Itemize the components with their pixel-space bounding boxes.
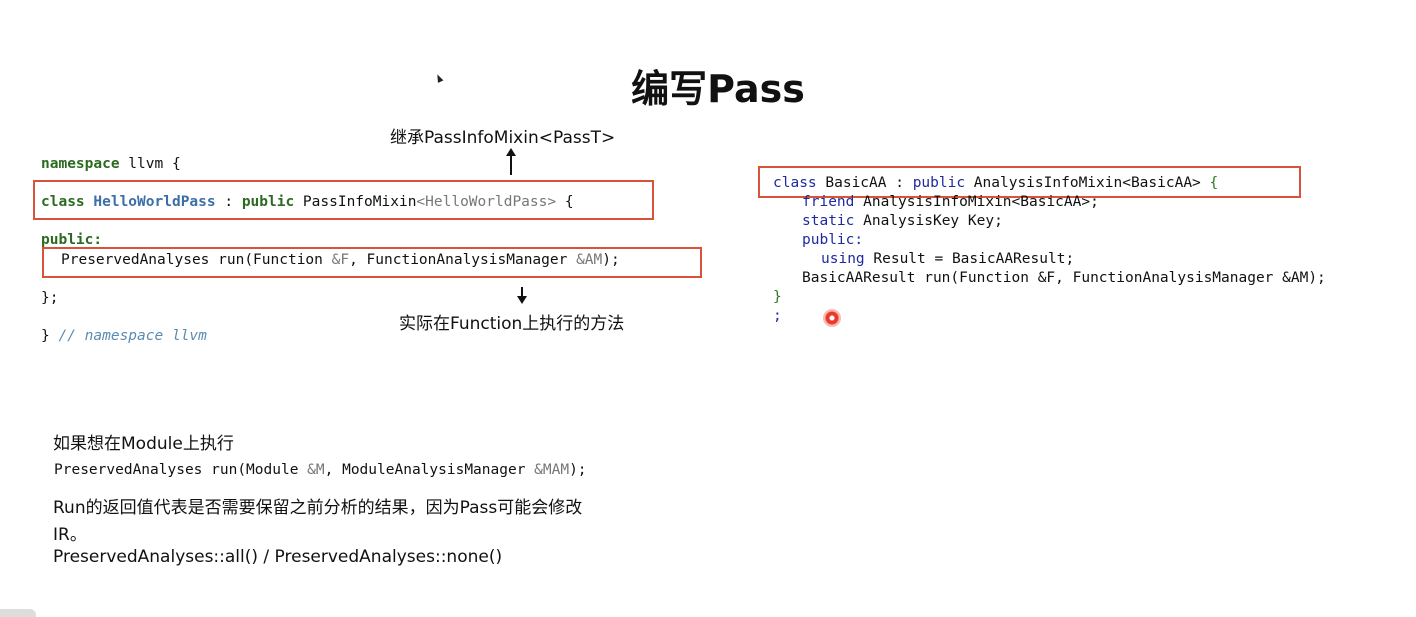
basicaa-name: BasicAA : (816, 175, 913, 191)
basicaa-base: AnalysisInfoMixin<BasicAA> (965, 175, 1210, 191)
friend-rest: AnalysisInfoMixin<BasicAA>; (854, 194, 1099, 210)
basicaa-brace: { (1209, 175, 1219, 191)
right-line-using: using Result = BasicAAResult; (821, 251, 1074, 267)
module-sig-a: PreservedAnalyses run(Module (54, 462, 308, 478)
right-line-run: BasicAAResult run(Function &F, FunctionA… (802, 270, 1326, 286)
class-template: <HelloWorldPass> (416, 194, 557, 210)
code-line-namespace: namespace llvm { (41, 156, 181, 172)
record-indicator-icon (823, 309, 841, 327)
ns-close-brace: } (41, 328, 50, 344)
run-mid: , FunctionAnalysisManager (349, 252, 577, 268)
class-brace: { (556, 194, 574, 210)
code-line-class: class HelloWorldPass : public PassInfoMi… (41, 194, 574, 210)
keyword-static: static (802, 213, 855, 229)
code-line-close-class: }; (41, 290, 59, 306)
run-param-f: &F (331, 252, 350, 268)
keyword-public: public (241, 194, 295, 210)
class-colon: : (215, 194, 242, 210)
desc-line-2: IR。 (53, 525, 87, 545)
page-title: 编写Pass (631, 67, 805, 111)
class-base: PassInfoMixin (294, 194, 417, 210)
right-line-static: static AnalysisKey Key; (802, 213, 1003, 229)
right-line-class: class BasicAA : public AnalysisInfoMixin… (773, 175, 1218, 191)
keyword-using: using (821, 251, 865, 267)
ns-comment: // namespace llvm (58, 328, 207, 344)
module-sig-mam: &MAM (534, 462, 570, 478)
run-return: PreservedAnalyses run(Function (61, 252, 332, 268)
code-line-public: public: (41, 232, 103, 248)
keyword-public: public (912, 175, 966, 191)
desc-line-3: PreservedAnalyses::all() / PreservedAnal… (53, 547, 503, 567)
using-rest: Result = BasicAAResult; (864, 251, 1075, 267)
keyword-friend: friend (802, 194, 855, 210)
corner-handle (0, 609, 36, 617)
run-annotation: 实际在Function上执行的方法 (399, 314, 625, 334)
module-sig-end: ); (569, 462, 587, 478)
right-line-semicolon: ; (773, 308, 782, 324)
arrow-down-icon (517, 287, 527, 304)
module-title: 如果想在Module上执行 (53, 434, 234, 454)
keyword-class: class (773, 175, 817, 191)
keyword-namespace: namespace (41, 156, 120, 172)
inherit-annotation: 继承PassInfoMixin<PassT> (390, 128, 616, 148)
keyword-class: class (41, 194, 85, 210)
namespace-name: llvm { (119, 156, 181, 172)
static-rest: AnalysisKey Key; (854, 213, 1003, 229)
class-name: HelloWorldPass (93, 194, 216, 210)
arrow-up-icon (506, 148, 516, 175)
code-line-run: PreservedAnalyses run(Function &F, Funct… (61, 252, 620, 268)
module-signature: PreservedAnalyses run(Module &M, ModuleA… (54, 462, 587, 478)
desc-line-1: Run的返回值代表是否需要保留之前分析的结果，因为Pass可能会修改 (53, 498, 583, 518)
module-sig-m: &M (307, 462, 325, 478)
right-line-close: } (773, 289, 782, 305)
right-line-friend: friend AnalysisInfoMixin<BasicAA>; (802, 194, 1099, 210)
right-line-public: public: (802, 232, 864, 248)
run-end: ); (602, 252, 620, 268)
run-param-am: &AM (576, 252, 603, 268)
code-line-close-ns: } // namespace llvm (41, 328, 207, 344)
module-sig-b: , ModuleAnalysisManager (324, 462, 535, 478)
